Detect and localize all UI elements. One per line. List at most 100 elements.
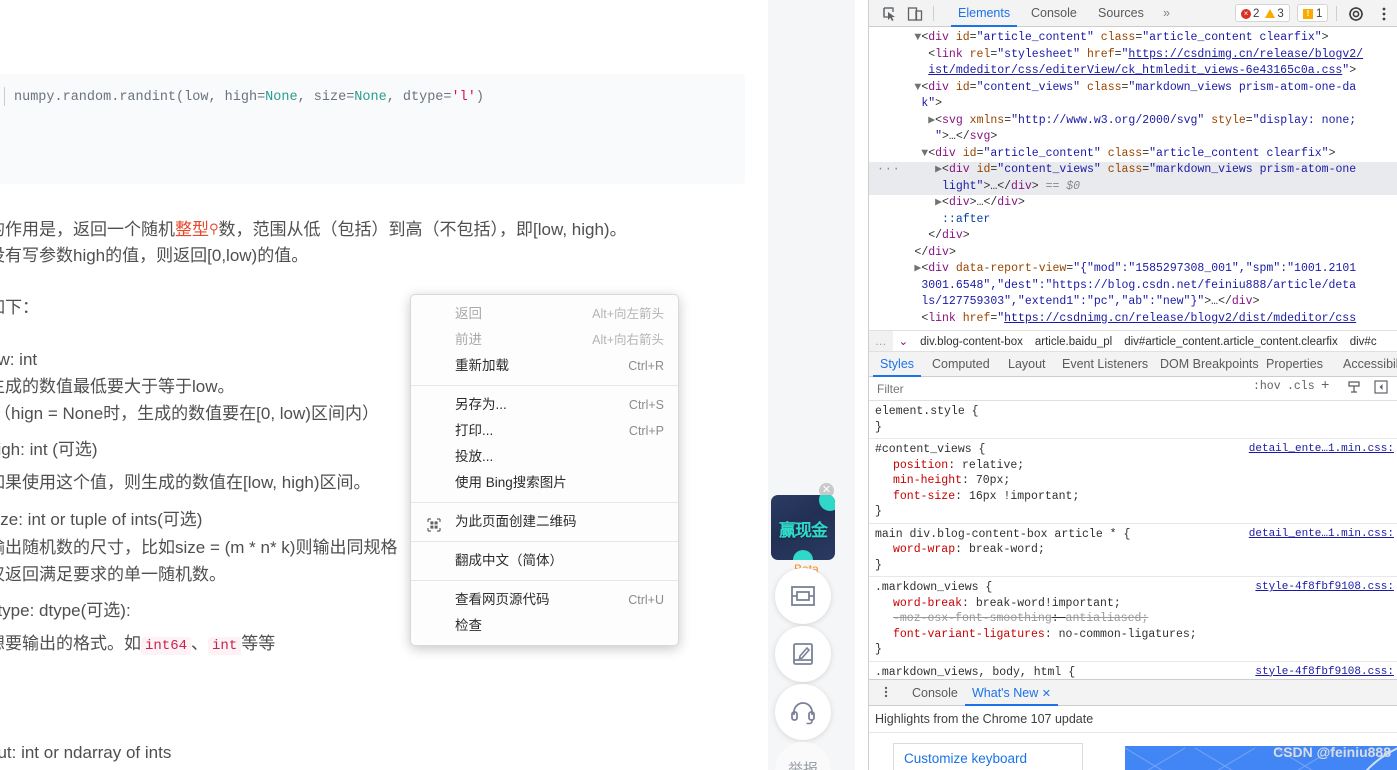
tab-console[interactable]: Console [1024, 0, 1084, 27]
tab-computed[interactable]: Computed [925, 352, 997, 377]
dom-row[interactable]: ▼<div id="article_content" class="articl… [869, 30, 1397, 47]
context-menu-item-search-image-bing[interactable]: 使用 Bing搜索图片 [411, 470, 678, 496]
drawer-tab-console[interactable]: Console [905, 680, 965, 706]
context-menu-item-forward[interactable]: 前进 Alt+向右箭头 [411, 327, 678, 353]
style-rule[interactable]: detail_ente…1.min.css: main div.blog-con… [869, 524, 1397, 577]
more-tabs-chevron-icon[interactable]: » [1156, 0, 1177, 27]
context-menu-item-print[interactable]: 打印... Ctrl+P [411, 418, 678, 444]
css-property[interactable]: font-size [875, 490, 955, 503]
rule-source-link[interactable]: style-4f8fbf9108.css: [1255, 580, 1394, 596]
support-button[interactable] [775, 684, 831, 740]
error-warning-counts[interactable]: × 2 3 [1235, 4, 1290, 22]
dom-row[interactable]: ▼<div id="article_content" class="articl… [869, 146, 1397, 163]
panel-collapse-icon[interactable] [1374, 380, 1388, 398]
rule-selector[interactable]: element.style [875, 405, 965, 418]
rule-source-link[interactable]: detail_ente…1.min.css: [1249, 442, 1394, 458]
whats-new-card-link[interactable]: Customize keyboard [904, 751, 1027, 766]
rule-source-link[interactable]: detail_ente…1.min.css: [1249, 527, 1394, 543]
css-value[interactable]: no-common-ligatures; [1059, 628, 1197, 641]
dom-row[interactable]: <link href="https://csdnimg.cn/release/b… [869, 311, 1397, 328]
drawer-tab-whats-new[interactable]: What's New ✕ [965, 680, 1058, 706]
dom-row[interactable]: 3001.6548","dest":"https://blog.csdn.net… [869, 278, 1397, 295]
breadcrumb-item[interactable]: div#c [1344, 331, 1383, 351]
whats-new-thumbnail[interactable] [1125, 746, 1397, 770]
cls-toggle[interactable]: .cls [1287, 380, 1315, 393]
dom-row[interactable]: ist/mdeditor/css/editerView/ck_htmledit_… [869, 63, 1397, 80]
context-menu-item-back[interactable]: 返回 Alt+向左箭头 [411, 301, 678, 327]
issues-count[interactable]: ! 1 [1297, 4, 1329, 22]
dom-row[interactable]: ::after [869, 212, 1397, 229]
tab-sources[interactable]: Sources [1091, 0, 1151, 27]
dom-row[interactable]: <link rel="stylesheet" href="https://csd… [869, 47, 1397, 64]
dom-row[interactable]: </div> [869, 228, 1397, 245]
tab-event-listeners[interactable]: Event Listeners [1055, 352, 1155, 377]
css-value[interactable]: break-word; [969, 543, 1045, 556]
ad-banner-card[interactable]: 赢现金 [771, 495, 835, 560]
highlight-term[interactable]: 整型 [175, 220, 209, 239]
search-magnifier-icon[interactable]: ⚲ [209, 221, 219, 236]
breadcrumb-overflow[interactable]: … [869, 331, 893, 351]
tab-properties[interactable]: Properties [1259, 352, 1330, 377]
whats-new-card[interactable]: Customize keyboard [893, 743, 1083, 770]
tab-layout[interactable]: Layout [1001, 352, 1053, 377]
styles-pane[interactable]: element.style { } detail_ente…1.min.css:… [869, 401, 1397, 679]
dom-row[interactable]: ls/127759303","extend1":"pc","ab":"new"}… [869, 294, 1397, 311]
rule-source-link[interactable]: style-4f8fbf9108.css: [1255, 665, 1394, 680]
style-rule[interactable]: element.style { } [869, 401, 1397, 439]
context-menu-item-create-qr-code[interactable]: 为此页面创建二维码 [411, 509, 678, 535]
new-style-rule-icon[interactable]: + [1321, 378, 1329, 394]
css-property[interactable]: word-break [875, 597, 962, 610]
css-value-disabled[interactable]: antialiased; [1066, 612, 1149, 625]
computed-sidebar-icon[interactable] [1347, 380, 1361, 398]
dom-row[interactable]: ▼<div id="content_views" class="markdown… [869, 80, 1397, 97]
context-menu-item-translate[interactable]: 翻成中文（简体） [411, 548, 678, 574]
inspect-element-icon[interactable] [881, 5, 899, 23]
dom-row[interactable]: ">…</svg> [869, 129, 1397, 146]
rule-selector[interactable]: .markdown_views, body, html [875, 666, 1061, 679]
tab-dom-breakpoints[interactable]: DOM Breakpoints [1153, 352, 1266, 377]
css-property[interactable]: min-height [875, 474, 962, 487]
style-rule[interactable]: style-4f8fbf9108.css: .markdown_views { … [869, 577, 1397, 662]
css-value[interactable]: 16px !important; [969, 490, 1079, 503]
style-rule[interactable]: detail_ente…1.min.css: #content_views { … [869, 439, 1397, 524]
context-menu-item-view-source[interactable]: 查看网页源代码 Ctrl+U [411, 587, 678, 613]
style-rule[interactable]: style-4f8fbf9108.css: .markdown_views, b… [869, 662, 1397, 680]
close-icon[interactable]: ✕ [1042, 688, 1051, 700]
dom-row[interactable]: ▶<div>…</div> [869, 195, 1397, 212]
css-property[interactable]: word-wrap [875, 543, 955, 556]
dom-row-selected-cont[interactable]: light">…</div> == $0 [869, 178, 1397, 195]
kebab-menu-icon[interactable] [1375, 5, 1393, 23]
rule-selector[interactable]: .markdown_views [875, 581, 979, 594]
css-value[interactable]: 70px; [976, 474, 1011, 487]
dom-tree[interactable]: ▼<div id="article_content" class="articl… [869, 28, 1397, 328]
drawer-menu-icon[interactable] [873, 680, 899, 706]
dom-row[interactable]: </div> [869, 245, 1397, 262]
css-property[interactable]: font-variant-ligatures [875, 628, 1045, 641]
edit-note-button[interactable] [775, 626, 831, 682]
css-value[interactable]: relative; [962, 459, 1024, 472]
context-menu-item-inspect[interactable]: 检查 [411, 613, 678, 639]
dom-row-selected[interactable]: ··· ▶<div id="content_views" class="mark… [869, 162, 1397, 179]
tab-accessibility[interactable]: Accessibil [1336, 352, 1397, 377]
css-property-disabled[interactable]: -moz-osx-font-smoothing [875, 612, 1052, 625]
breadcrumb-item[interactable]: div.blog-content-box [914, 331, 1029, 351]
css-value[interactable]: break-word!important; [976, 597, 1121, 610]
layout-button[interactable] [775, 568, 831, 624]
context-menu-item-cast[interactable]: 投放... [411, 444, 678, 470]
context-menu-item-save-as[interactable]: 另存为... Ctrl+S [411, 392, 678, 418]
context-menu-item-reload[interactable]: 重新加载 Ctrl+R [411, 353, 678, 379]
dom-row[interactable]: ▶<div data-report-view="{"mod":"15852973… [869, 261, 1397, 278]
hov-toggle[interactable]: :hov [1253, 380, 1281, 393]
dom-row[interactable]: ▶<svg xmlns="http://www.w3.org/2000/svg"… [869, 113, 1397, 130]
browser-context-menu[interactable]: 返回 Alt+向左箭头 前进 Alt+向右箭头 重新加载 Ctrl+R 另存为.… [410, 294, 679, 646]
dom-row[interactable]: k"> [869, 96, 1397, 113]
filter-input[interactable] [875, 380, 1225, 398]
rule-selector[interactable]: #content_views [875, 443, 972, 456]
css-property[interactable]: position [875, 459, 948, 472]
gear-icon[interactable] [1347, 5, 1365, 23]
tab-elements[interactable]: Elements [951, 0, 1018, 27]
breadcrumb-item[interactable]: div#article_content.article_content.clea… [1118, 331, 1344, 351]
breadcrumb-item[interactable]: article.baidu_pl [1029, 331, 1118, 351]
device-toolbar-icon[interactable] [906, 5, 924, 23]
breadcrumb[interactable]: … ⌄ div.blog-content-box article.baidu_pl di… [869, 330, 1397, 352]
